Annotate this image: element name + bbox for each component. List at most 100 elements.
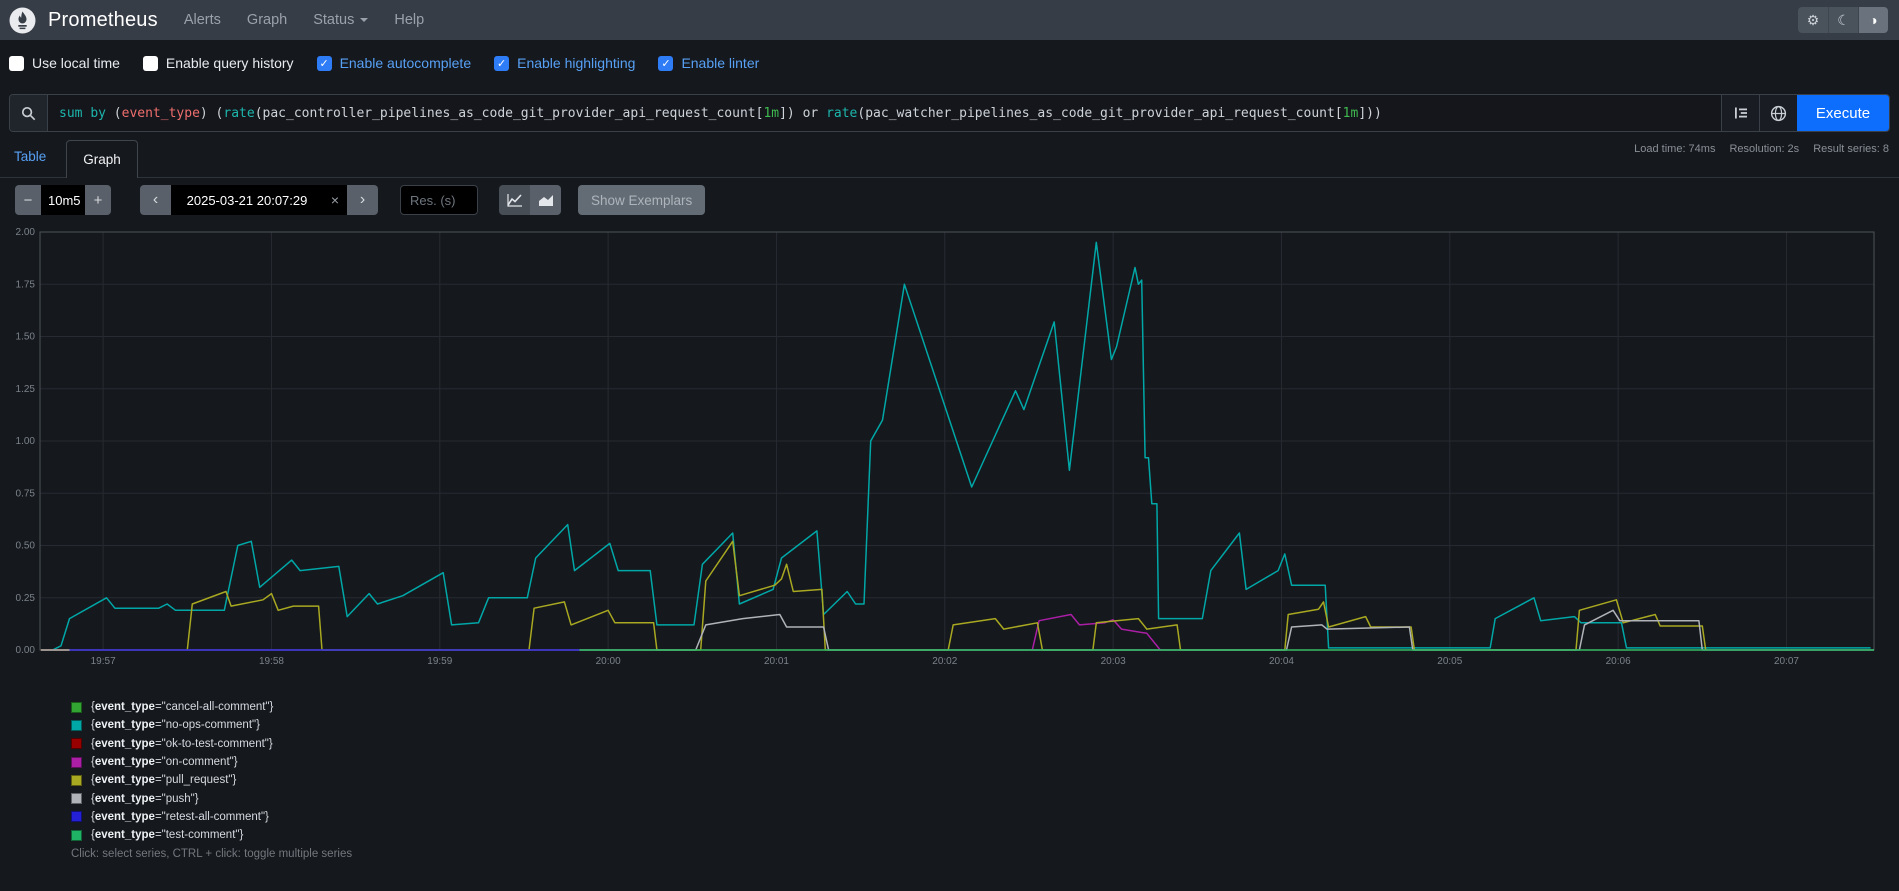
nav-item-status[interactable]: Status [313, 12, 368, 28]
range-control-group: − + [15, 185, 111, 215]
checkbox-box: ✓ [317, 56, 332, 71]
tab-table[interactable]: Table [14, 149, 46, 164]
chevron-down-icon [360, 18, 368, 22]
execute-button[interactable]: Execute [1797, 95, 1889, 131]
line-chart-toggle-button[interactable] [499, 185, 530, 215]
query-options-row: Use local time Enable query history ✓ En… [9, 48, 759, 78]
nav-item-graph[interactable]: Graph [247, 12, 287, 28]
stacked-chart-icon [538, 193, 554, 207]
svg-text:20:01: 20:01 [764, 656, 789, 667]
brand-link[interactable]: Prometheus [9, 7, 158, 34]
legend-item[interactable]: {event_type="on-comment"} [71, 753, 273, 771]
range-increase-button[interactable]: + [85, 185, 111, 215]
series-line-push [41, 610, 1874, 650]
dark-mode-moon-icon[interactable]: ☾ [1828, 7, 1858, 33]
legend-item[interactable]: {event_type="no-ops-comment"} [71, 716, 273, 734]
checkbox-highlighting[interactable]: ✓ Enable highlighting [494, 55, 635, 71]
settings-gear-icon[interactable]: ⚙ [1798, 7, 1828, 33]
svg-text:2.00: 2.00 [16, 227, 36, 238]
svg-text:1.00: 1.00 [16, 436, 36, 447]
legend-swatch [71, 830, 82, 841]
legend-item[interactable]: {event_type="push"} [71, 789, 273, 807]
series-line-no-ops-comment [53, 242, 1871, 650]
chart-type-group [499, 185, 561, 215]
legend-item[interactable]: {event_type="ok-to-test-comment"} [71, 735, 273, 753]
legend-label: {event_type="retest-all-comment"} [91, 811, 269, 823]
series-line-on-comment [1032, 615, 1160, 651]
query-stats: Load time: 74ms Resolution: 2s Result se… [1634, 143, 1889, 155]
prometheus-logo-icon [9, 7, 36, 34]
svg-text:19:59: 19:59 [427, 656, 452, 667]
checkbox-autocomplete[interactable]: ✓ Enable autocomplete [317, 55, 472, 71]
chart-legend: {event_type="cancel-all-comment"} {event_… [71, 698, 273, 844]
checkbox-box: ✓ [658, 56, 673, 71]
svg-text:19:58: 19:58 [259, 656, 284, 667]
legend-swatch [71, 775, 82, 786]
checkbox-query-history[interactable]: Enable query history [143, 55, 294, 71]
search-icon [10, 95, 48, 131]
tab-graph[interactable]: Graph [66, 140, 138, 178]
svg-text:0.00: 0.00 [16, 645, 36, 656]
svg-text:20:05: 20:05 [1437, 656, 1462, 667]
svg-text:0.75: 0.75 [16, 488, 36, 499]
promql-expression-input[interactable]: sum by (event_type) (rate(pac_controller… [48, 95, 1721, 131]
checkbox-box: ✓ [494, 56, 509, 71]
svg-text:20:07: 20:07 [1774, 656, 1799, 667]
svg-text:20:04: 20:04 [1269, 656, 1294, 667]
theme-toggle-group: ⚙ ☾ ◑ [1798, 7, 1888, 33]
range-input[interactable] [41, 185, 85, 215]
svg-text:19:57: 19:57 [91, 656, 116, 667]
legend-swatch [71, 757, 82, 768]
legend-swatch [71, 702, 82, 713]
line-chart-icon [507, 193, 523, 207]
svg-text:20:00: 20:00 [596, 656, 621, 667]
legend-label: {event_type="on-comment"} [91, 756, 238, 768]
legend-item[interactable]: {event_type="cancel-all-comment"} [71, 698, 273, 716]
legend-swatch [71, 793, 82, 804]
nav-item-alerts[interactable]: Alerts [184, 12, 221, 28]
navbar: Prometheus Alerts Graph Status Help ⚙ ☾ … [0, 0, 1899, 40]
checkbox-use-local-time[interactable]: Use local time [9, 55, 120, 71]
legend-label: {event_type="ok-to-test-comment"} [91, 738, 273, 750]
time-back-chevron-button[interactable]: ‹ [140, 185, 171, 215]
legend-label: {event_type="cancel-all-comment"} [91, 701, 273, 713]
time-series-chart[interactable]: 0.00 0.25 0.50 0.75 1.00 1.25 1.50 1.75 2.00 19:5… [0, 0, 1899, 891]
stat-result-series: Result series: 8 [1813, 143, 1889, 155]
legend-item[interactable]: {event_type="test-comment"} [71, 826, 273, 844]
legend-swatch [71, 720, 82, 731]
svg-text:1.75: 1.75 [16, 279, 36, 290]
legend-label: {event_type="test-comment"} [91, 829, 243, 841]
legend-label: {event_type="pull_request"} [91, 774, 236, 786]
legend-item[interactable]: {event_type="pull_request"} [71, 771, 273, 789]
checkbox-box [9, 56, 24, 71]
svg-text:20:03: 20:03 [1101, 656, 1126, 667]
legend-swatch [71, 811, 82, 822]
checkbox-linter[interactable]: ✓ Enable linter [658, 55, 759, 71]
checkbox-box [143, 56, 158, 71]
resolution-input[interactable] [400, 185, 478, 215]
svg-text:0.25: 0.25 [16, 593, 36, 604]
range-decrease-button[interactable]: − [15, 185, 41, 215]
svg-text:1.50: 1.50 [16, 332, 36, 343]
datetime-input[interactable] [171, 185, 323, 215]
time-forward-chevron-button[interactable]: › [347, 185, 378, 215]
legend-hint: Click: select series, CTRL + click: togg… [71, 848, 352, 860]
nav-item-help[interactable]: Help [394, 12, 424, 28]
legend-swatch [71, 738, 82, 749]
auto-theme-contrast-icon[interactable]: ◑ [1858, 7, 1888, 33]
query-bar: sum by (event_type) (rate(pac_controller… [9, 94, 1890, 132]
clear-time-icon[interactable]: × [323, 185, 347, 215]
legend-label: {event_type="push"} [91, 793, 199, 805]
stacked-chart-toggle-button[interactable] [530, 185, 561, 215]
tabs-divider [0, 177, 1899, 178]
svg-text:0.50: 0.50 [16, 541, 36, 552]
format-expression-button[interactable] [1759, 95, 1797, 131]
svg-text:1.25: 1.25 [16, 384, 36, 395]
metrics-explorer-button[interactable] [1721, 95, 1759, 131]
svg-text:20:02: 20:02 [932, 656, 957, 667]
show-exemplars-button[interactable]: Show Exemplars [578, 185, 705, 215]
stat-load-time: Load time: 74ms [1634, 143, 1715, 155]
globe-icon [1770, 105, 1787, 122]
legend-item[interactable]: {event_type="retest-all-comment"} [71, 808, 273, 826]
stat-resolution: Resolution: 2s [1729, 143, 1799, 155]
